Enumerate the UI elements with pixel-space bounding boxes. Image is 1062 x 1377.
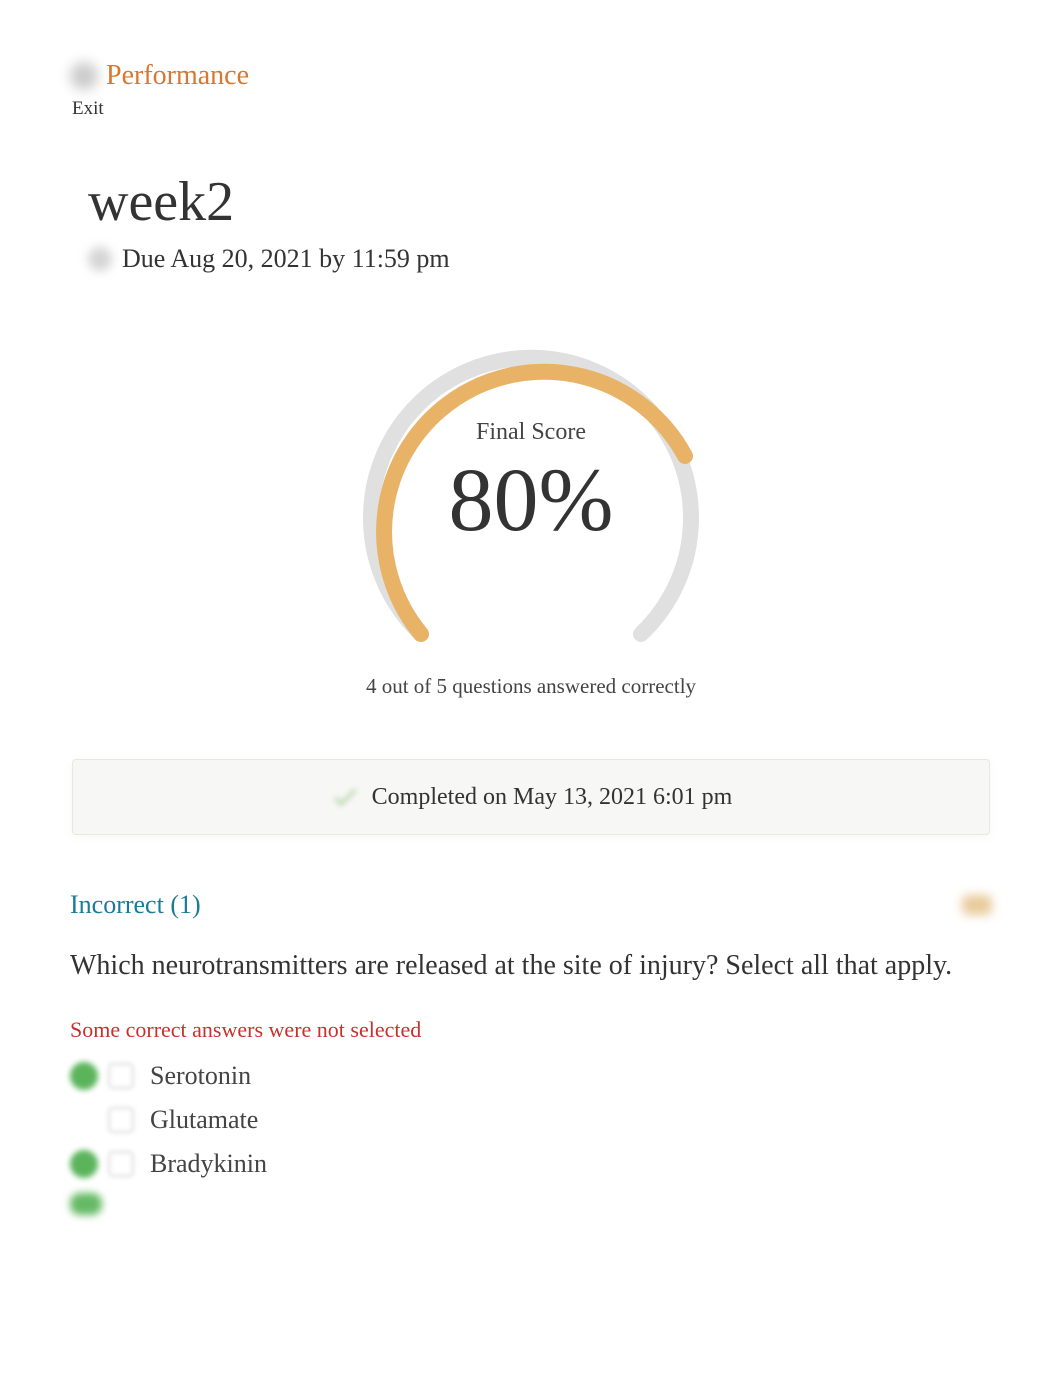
completion-banner: Completed on May 13, 2021 6:01 pm (72, 759, 990, 835)
answer-label: Bradykinin (150, 1149, 267, 1179)
assignment-title: week2 (88, 170, 992, 234)
final-score-label: Final Score (476, 419, 586, 446)
due-date: Due Aug 20, 2021 by 11:59 pm (122, 244, 450, 274)
score-value: 80% (449, 456, 614, 546)
questions-summary: 4 out of 5 questions answered correctly (366, 674, 696, 699)
correct-indicator-icon (70, 1150, 98, 1178)
checkbox[interactable] (108, 1107, 134, 1133)
answer-label: Glutamate (150, 1105, 258, 1135)
score-section: Final Score 80% 4 out of 5 questions ans… (70, 334, 992, 699)
answer-option: Bradykinin (70, 1149, 992, 1179)
calendar-icon (88, 247, 112, 271)
indicator-spacer (70, 1106, 98, 1134)
completion-text: Completed on May 13, 2021 6:01 pm (372, 784, 733, 811)
check-icon (330, 782, 360, 812)
toggle-icon[interactable] (962, 895, 992, 915)
exit-link[interactable]: Exit (72, 98, 992, 120)
performance-icon (70, 62, 98, 90)
question-text: Which neurotransmitters are released at … (70, 945, 992, 987)
answer-option: Glutamate (70, 1105, 992, 1135)
answer-option: Serotonin (70, 1061, 992, 1091)
checkbox[interactable] (108, 1151, 134, 1177)
performance-link[interactable]: Performance (106, 60, 249, 92)
correct-indicator-icon (70, 1193, 102, 1215)
incorrect-heading[interactable]: Incorrect (1) (70, 890, 201, 920)
feedback-text: Some correct answers were not selected (70, 1017, 992, 1043)
correct-indicator-icon (70, 1062, 98, 1090)
answer-label: Serotonin (150, 1061, 251, 1091)
checkbox[interactable] (108, 1063, 134, 1089)
